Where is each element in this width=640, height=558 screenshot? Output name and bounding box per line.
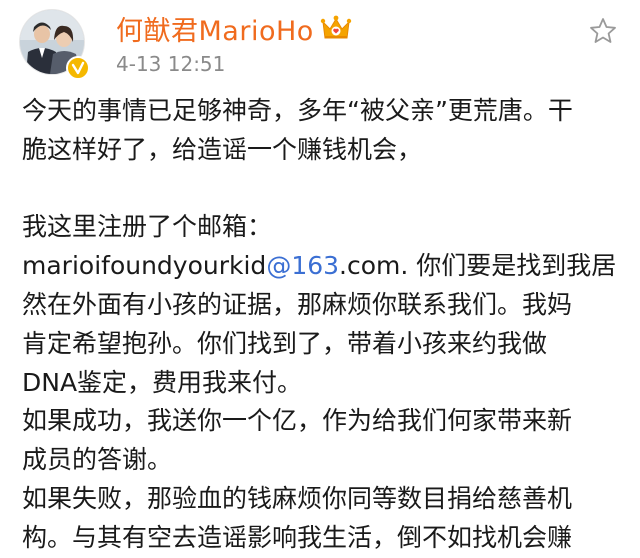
post-text-line: 构。与其有空去造谣影响我生活，倒不如找机会赚 [22, 522, 573, 552]
post-body: 今天的事情已足够神奇，多年“被父亲”更荒唐。干 脆这样好了，给造谣一个赚钱机会，… [22, 92, 628, 558]
email-user: marioifoundyourkid [22, 251, 267, 281]
post-text-line: 然在外面有小孩的证据，那麻烦你联系我们。我妈 [22, 289, 573, 319]
post-text-line-email: marioifoundyourkid@163.com. 你们要是找到我居 [22, 247, 628, 286]
post-header: 何猷君MarioHo 4-13 12:51 [0, 0, 640, 90]
email-domain-link[interactable]: @163 [266, 251, 339, 280]
email-rest: .com. 你们要是找到我居 [339, 251, 617, 281]
post-text-line: DNA鉴定，费用我来付。 [22, 367, 303, 397]
post-text-line: 成员的答谢。 [22, 445, 173, 475]
post-text-line: 如果成功，我送你一个亿，作为给我们何家带来新 [22, 406, 573, 436]
verified-badge-icon [66, 56, 90, 80]
post-text-line: 我这里注册了个邮箱： [22, 212, 273, 242]
username[interactable]: 何猷君MarioHo [116, 9, 314, 48]
post-text-line: 脆这样好了，给造谣一个赚钱机会， [22, 134, 423, 164]
post-text-line: 肯定希望抱孙。你们找到了，带着小孩来约我做 [22, 328, 548, 358]
star-icon [590, 18, 616, 43]
timestamp: 4-13 12:51 [116, 52, 226, 76]
post-text-line: 如果失败，那验血的钱麻烦你同等数目捐给慈善机 [22, 483, 573, 513]
crown-icon[interactable] [320, 14, 352, 42]
username-row: 何猷君MarioHo [116, 9, 352, 48]
favorite-button[interactable] [586, 14, 620, 48]
post-text-line: 今天的事情已足够神奇，多年“被父亲”更荒唐。干 [22, 96, 573, 125]
